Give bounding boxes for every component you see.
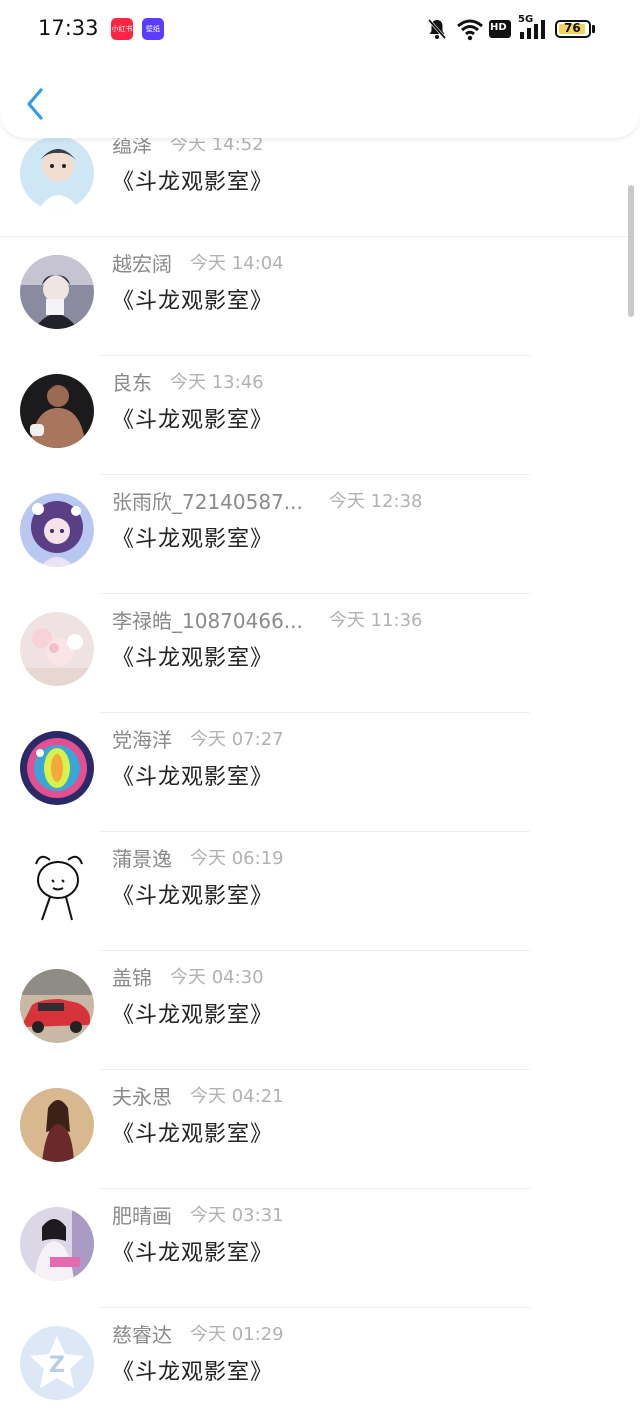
- status-bar: 17:33 小红书 壁纸 HD 5G 76: [0, 0, 640, 58]
- comment-item[interactable]: Z 慈睿达 今天 01:29 《斗龙观影室》: [0, 1308, 640, 1422]
- battery-level: 76: [564, 21, 581, 35]
- comment-text: 《斗龙观影室》: [112, 646, 274, 671]
- comment-text: 《斗龙观影室》: [112, 527, 274, 552]
- user-name[interactable]: 党海洋: [112, 724, 172, 753]
- avatar[interactable]: [20, 731, 94, 805]
- battery-tip: [592, 25, 595, 33]
- user-name[interactable]: 夫永思: [112, 1081, 172, 1110]
- comment-text: 《斗龙观影室》: [112, 289, 274, 314]
- hd-label: HD: [490, 22, 507, 33]
- user-name[interactable]: 蒲景逸: [112, 843, 172, 872]
- comment-text: 《斗龙观影室》: [112, 1360, 274, 1385]
- avatar[interactable]: [20, 850, 94, 924]
- comment-item[interactable]: 蒲景逸 今天 06:19 《斗龙观影室》: [0, 832, 640, 951]
- comment-meta: 盖锦 今天 04:30: [112, 962, 264, 991]
- comment-item[interactable]: 肥晴画 今天 03:31 《斗龙观影室》: [0, 1189, 640, 1308]
- comment-time: 今天 01:29: [190, 1324, 284, 1345]
- comment-item[interactable]: 党海洋 今天 07:27 《斗龙观影室》: [0, 713, 640, 832]
- avatar[interactable]: [20, 1088, 94, 1162]
- wifi-icon: [457, 19, 483, 41]
- comment-item[interactable]: 夫永思 今天 04:21 《斗龙观影室》: [0, 1070, 640, 1189]
- comment-meta: 夫永思 今天 04:21: [112, 1081, 284, 1110]
- comment-list[interactable]: 蕴泽 今天 14:52 《斗龙观影室》 越宏阔 今天 14:04 《斗龙观影室》…: [0, 126, 640, 1422]
- comment-time: 今天 13:46: [170, 372, 264, 393]
- mute-bell-icon: [427, 19, 447, 39]
- comment-item[interactable]: 张雨欣_72140587... 今天 12:38 《斗龙观影室》: [0, 475, 640, 594]
- comment-meta: 良东 今天 13:46: [112, 367, 264, 396]
- comment-meta: 党海洋 今天 07:27: [112, 724, 284, 753]
- avatar[interactable]: [20, 374, 94, 448]
- battery-icon: 76: [555, 20, 591, 38]
- user-name[interactable]: 张雨欣_72140587...: [112, 486, 303, 515]
- comment-time: 今天 04:30: [170, 967, 264, 988]
- avatar[interactable]: Z: [20, 1326, 94, 1400]
- comment-item[interactable]: 越宏阔 今天 14:04 《斗龙观影室》: [0, 237, 640, 356]
- avatar[interactable]: [20, 1207, 94, 1281]
- comment-meta: 李禄皓_10870466... 今天 11:36: [112, 605, 423, 634]
- top-bar: 17:33 小红书 壁纸 HD 5G 76: [0, 0, 640, 138]
- comment-time: 今天 04:21: [190, 1086, 284, 1107]
- signal-icon: [520, 20, 545, 39]
- comment-text: 《斗龙观影室》: [112, 408, 274, 433]
- comment-text: 《斗龙观影室》: [112, 1003, 274, 1028]
- user-name[interactable]: 肥晴画: [112, 1200, 172, 1229]
- comment-time: 今天 14:04: [190, 253, 284, 274]
- avatar[interactable]: [20, 969, 94, 1043]
- comment-time: 今天 12:38: [328, 491, 423, 512]
- comment-text: 《斗龙观影室》: [112, 1241, 274, 1266]
- user-name[interactable]: 李禄皓_10870466...: [112, 605, 303, 634]
- avatar[interactable]: [20, 255, 94, 329]
- avatar[interactable]: [20, 612, 94, 686]
- comment-text: 《斗龙观影室》: [112, 884, 274, 909]
- comment-text: 《斗龙观影室》: [112, 765, 274, 790]
- user-name[interactable]: 良东: [112, 367, 152, 396]
- comment-text: 《斗龙观影室》: [112, 170, 274, 195]
- comment-item[interactable]: 盖锦 今天 04:30 《斗龙观影室》: [0, 951, 640, 1070]
- comment-time: 今天 07:27: [190, 729, 284, 750]
- comment-time: 今天 03:31: [190, 1205, 284, 1226]
- scrollbar[interactable]: [628, 185, 634, 317]
- comment-time: 今天 06:19: [190, 848, 284, 869]
- comment-meta: 蒲景逸 今天 06:19: [112, 843, 284, 872]
- xiaohongshu-app-icon: 小红书: [111, 18, 133, 40]
- avatar[interactable]: [20, 136, 94, 210]
- comment-meta: 张雨欣_72140587... 今天 12:38: [112, 486, 423, 515]
- comment-meta: 肥晴画 今天 03:31: [112, 1200, 284, 1229]
- comment-item[interactable]: 蕴泽 今天 14:52 《斗龙观影室》: [0, 126, 640, 237]
- comment-time: 今天 11:36: [328, 610, 423, 631]
- user-name[interactable]: 越宏阔: [112, 248, 172, 277]
- comment-item[interactable]: 良东 今天 13:46 《斗龙观影室》: [0, 356, 640, 475]
- wallpaper-app-icon: 壁纸: [142, 18, 164, 40]
- avatar[interactable]: [20, 493, 94, 567]
- back-button[interactable]: [20, 84, 50, 124]
- comment-item[interactable]: 李禄皓_10870466... 今天 11:36 《斗龙观影室》: [0, 594, 640, 713]
- svg-text:Z: Z: [49, 1353, 65, 1378]
- status-time: 17:33: [38, 16, 99, 40]
- chevron-left-icon: [27, 88, 43, 120]
- comment-meta: 慈睿达 今天 01:29: [112, 1319, 284, 1348]
- user-name[interactable]: 盖锦: [112, 962, 152, 991]
- user-name[interactable]: 慈睿达: [112, 1319, 172, 1348]
- comment-text: 《斗龙观影室》: [112, 1122, 274, 1147]
- comment-meta: 越宏阔 今天 14:04: [112, 248, 284, 277]
